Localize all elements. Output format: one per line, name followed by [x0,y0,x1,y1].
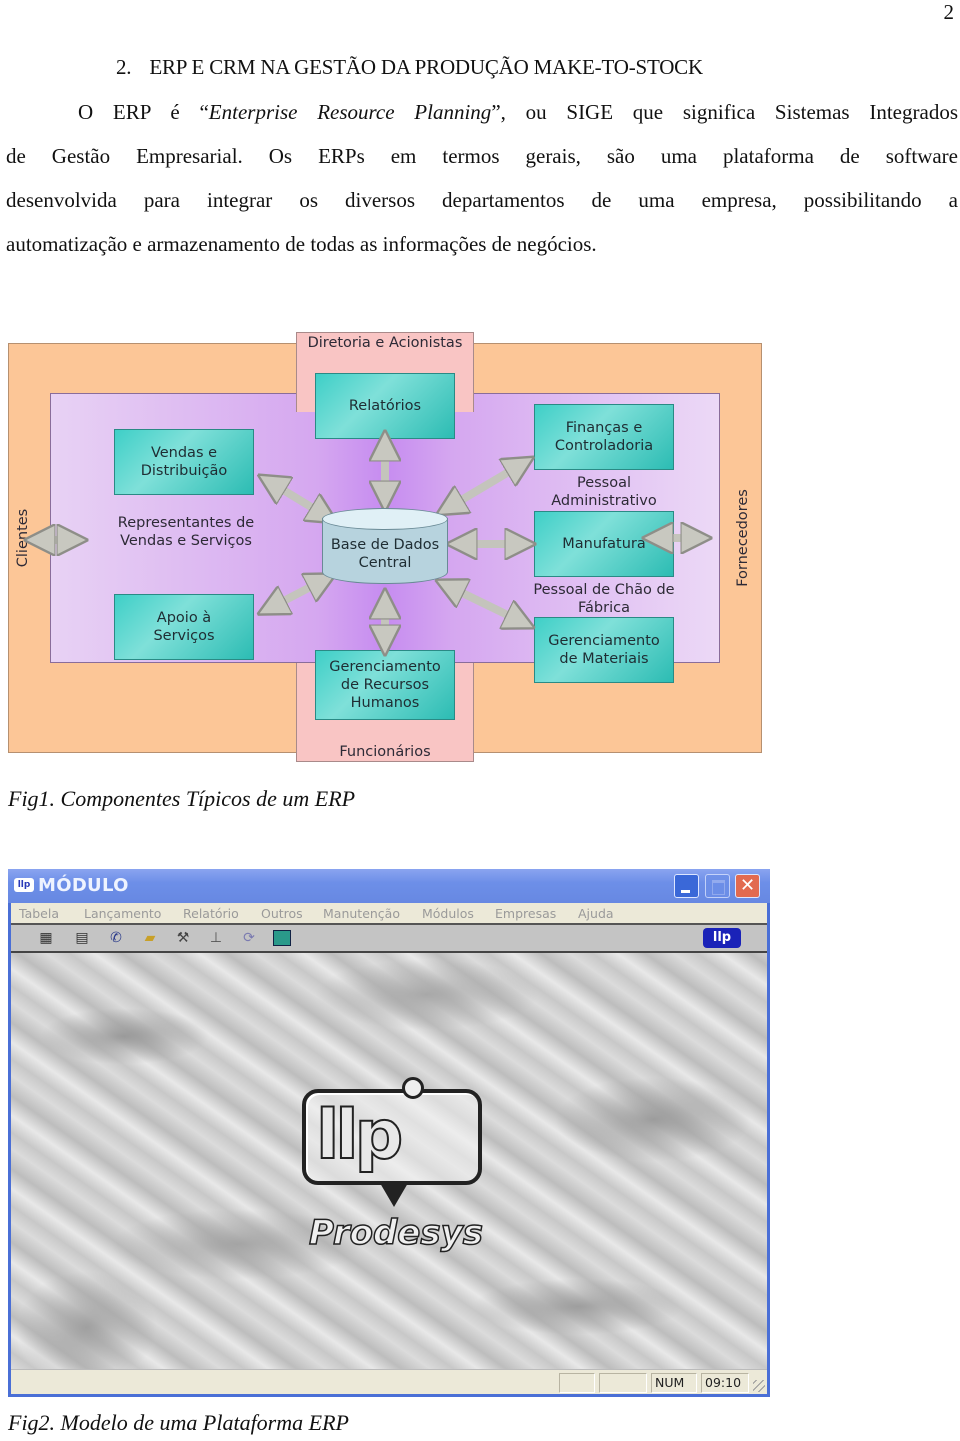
figure1-caption: Fig1. Componentes Típicos de um ERP [8,786,356,811]
paragraph-line-4: automatização e armazenamento de todas a… [6,232,597,256]
menu-modulos[interactable]: Módulos [422,906,474,921]
menu-outros[interactable]: Outros [261,906,303,921]
paragraph-line-2: de Gestão Empresarial. Os ERPs em termos… [6,144,958,168]
page-number: 2 [943,0,955,24]
logo-letters: llp [315,1096,404,1175]
erp-expansion: Enterprise Resource Planning [208,100,492,124]
card-file-icon[interactable]: ▤ [73,930,91,946]
body-paragraph: O ERP é “Enterprise Resource Planning”, … [6,90,958,266]
toolbar: ▦ ▤ ✆ ▰ ⚒ ⊥ ⟳ llp [11,925,767,953]
arrow-finance-db [448,464,522,508]
phone-book-icon[interactable]: ✆ [107,930,125,946]
section-number: 2. [116,55,132,79]
num-lock-indicator: NUM [651,1373,697,1393]
prodesys-logo: llp Prodesys [296,1073,496,1263]
table-icon[interactable]: ▦ [37,930,55,946]
menu-ajuda[interactable]: Ajuda [578,906,614,921]
menu-tabela[interactable]: Tabela [19,906,59,921]
minimize-button[interactable] [674,874,699,898]
central-database: Base de Dados Central [322,508,448,594]
section-heading: 2. ERP E CRM NA GESTÃO DA PRODUÇÃO MAKE-T… [116,55,703,80]
maximize-button[interactable] [705,874,730,898]
window-title: MÓDULO [38,875,129,896]
open-folder-icon[interactable]: ▰ [141,930,159,946]
menu-relatorio[interactable]: Relatório [183,906,239,921]
resize-grip[interactable] [753,1380,765,1392]
section-title: ERP E CRM NA GESTÃO DA PRODUÇÃO MAKE-TO-… [149,55,703,79]
central-database-label: Base de Dados Central [330,537,440,571]
tools-icon[interactable]: ⚒ [174,930,192,946]
erp-app-window: llp MÓDULO ✕ Tabela Lançamento Relatório… [8,869,770,1397]
app-background: llp Prodesys [11,953,767,1369]
menu-lancamento[interactable]: Lançamento [84,906,161,921]
menu-bar: Tabela Lançamento Relatório Outros Manut… [11,903,767,925]
paragraph-line-3: desenvolvida para integrar os diversos d… [6,188,958,212]
status-cell-1 [559,1373,595,1393]
logo-dot [402,1077,424,1099]
llp-logo-icon: llp [14,878,34,892]
llp-toolbar-logo[interactable]: llp [703,928,741,948]
logo-speech-tail [380,1183,408,1207]
menu-manutencao[interactable]: Manutenção [323,906,400,921]
title-bar[interactable]: llp MÓDULO ✕ [8,869,770,903]
paragraph-line-1: O ERP é “Enterprise Resource Planning”, … [78,100,958,124]
arrow-sales-db [270,482,326,516]
close-button[interactable]: ✕ [735,874,760,898]
cycle-icon[interactable]: ⟳ [240,930,258,946]
database-cylinder-top [322,508,448,530]
status-bar: NUM 09:10 [11,1369,767,1394]
erp-components-diagram: Diretoria e Acionistas Relatórios Vendas… [8,330,768,765]
arrow-support-db [270,580,324,608]
brand-name: Prodesys [308,1212,484,1254]
menu-empresas[interactable]: Empresas [495,906,556,921]
exit-door-icon[interactable] [273,930,291,946]
status-cell-2 [599,1373,647,1393]
org-chart-icon[interactable]: ⊥ [207,930,225,946]
arrow-materials-db [448,586,522,622]
figure2-caption: Fig2. Modelo de uma Plataforma ERP [8,1410,349,1435]
clock: 09:10 [701,1373,749,1393]
